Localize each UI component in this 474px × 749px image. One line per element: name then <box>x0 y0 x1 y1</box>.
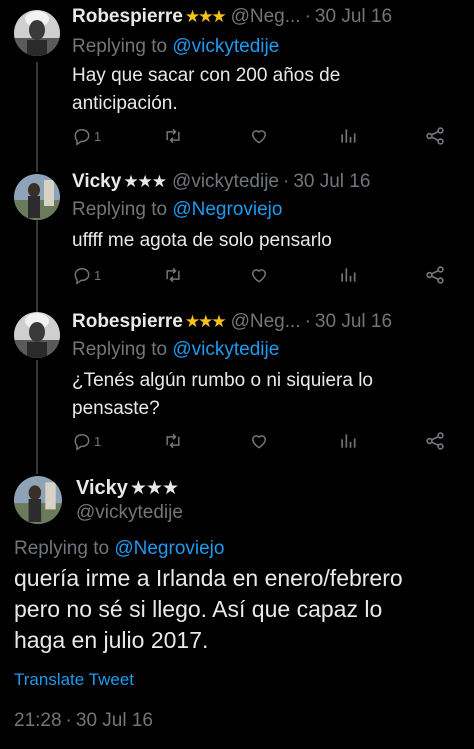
views-icon <box>341 434 356 448</box>
translate-tweet-link[interactable]: Translate Tweet <box>14 668 134 692</box>
separator-dot: · <box>65 710 72 731</box>
tweet-text-line: quería irme a Irlanda en enero/febrero <box>14 565 403 591</box>
like-icon <box>251 269 267 283</box>
retweet-button[interactable] <box>162 263 184 287</box>
retweet-icon <box>166 128 180 144</box>
avatar-robespierre[interactable] <box>14 312 60 358</box>
thread-line <box>36 220 38 312</box>
replying-to-label: Replying to <box>72 199 168 220</box>
replying-to: Replying to @vickytedije <box>72 337 279 363</box>
tweet-time[interactable]: 30 Jul 16 <box>293 171 370 192</box>
star-badge: ★★★ <box>184 312 227 331</box>
tweet-header: Vicky ★★★ @vickytedije · 30 Jul 16 <box>72 169 370 195</box>
reply-count: 1 <box>94 267 102 283</box>
action-bar: 1 <box>72 124 457 148</box>
display-name[interactable]: Vicky <box>72 171 121 192</box>
replying-to-label: Replying to <box>14 538 110 559</box>
like-button[interactable] <box>248 124 270 148</box>
reply-count: 1 <box>94 433 102 449</box>
mention-link[interactable]: @vickytedije <box>172 36 279 57</box>
star-badge: ★★★ <box>123 172 167 191</box>
avatar-robespierre[interactable] <box>14 10 60 56</box>
views-icon <box>341 268 356 282</box>
action-bar: 1 <box>72 263 457 287</box>
display-name[interactable]: Robespierre <box>72 311 183 332</box>
timestamp-time: 21:28 <box>14 710 62 731</box>
share-icon <box>426 266 444 284</box>
mention-link[interactable]: @Negroviejo <box>114 538 224 559</box>
mention-link[interactable]: @Negroviejo <box>172 199 282 220</box>
share-button[interactable] <box>424 124 446 148</box>
tweet-timestamp[interactable]: 21:28 · 30 Jul 16 <box>14 708 153 734</box>
tweet-time[interactable]: 30 Jul 16 <box>315 311 392 332</box>
separator-dot: · <box>304 311 311 332</box>
tweet-text-line: ¿Tenés algún rumbo o ni siquiera lo <box>72 370 374 391</box>
thread-line <box>36 62 38 172</box>
mention-link[interactable]: @vickytedije <box>172 339 279 360</box>
share-icon <box>426 127 444 145</box>
action-bar: 1 <box>72 429 457 453</box>
tweet-time[interactable]: 30 Jul 16 <box>315 6 392 27</box>
reply-button[interactable]: 1 <box>72 124 101 148</box>
star-badge: ★★★ <box>129 478 179 499</box>
tweet-text-line: pero no sé si llego. Así que capaz lo <box>14 596 383 622</box>
reply-count: 1 <box>94 128 102 144</box>
retweet-button[interactable] <box>162 124 184 148</box>
share-button[interactable] <box>424 429 446 453</box>
tweet-text: Hay que sacar con 200 años de anticipaci… <box>72 62 452 118</box>
tweet-text-line: anticipación. <box>72 93 178 114</box>
replying-to-label: Replying to <box>72 36 168 57</box>
user-handle[interactable]: @Neg... <box>231 6 301 27</box>
main-tweet-header: Vicky ★★★ <box>76 474 179 503</box>
replying-to: Replying to @vickytedije <box>72 34 279 60</box>
thread-line <box>36 360 38 474</box>
views-icon <box>341 129 356 143</box>
tweet-header: Robespierre ★★★ @Neg... · 30 Jul 16 <box>72 4 392 30</box>
reply-icon <box>74 433 90 451</box>
user-handle[interactable]: @vickytedije <box>76 500 183 526</box>
replying-to: Replying to @Negroviejo <box>14 536 224 562</box>
views-button[interactable] <box>338 263 358 287</box>
tweet-text: ¿Tenés algún rumbo o ni siquiera lo pens… <box>72 367 452 423</box>
reply-button[interactable]: 1 <box>72 263 101 287</box>
reply-button[interactable]: 1 <box>72 429 101 453</box>
retweet-button[interactable] <box>162 429 184 453</box>
tweet-header: Robespierre ★★★ @Neg... · 30 Jul 16 <box>72 309 392 335</box>
reply-icon <box>74 128 90 146</box>
tweet-text: uffff me agota de solo pensarlo <box>72 227 452 255</box>
like-icon <box>251 435 267 449</box>
main-tweet-text: quería irme a Irlanda en enero/febrero p… <box>14 563 464 656</box>
user-handle[interactable]: @vickytedije <box>172 171 279 192</box>
replying-to: Replying to @Negroviejo <box>72 197 282 223</box>
like-icon <box>251 130 267 144</box>
display-name[interactable]: Robespierre <box>72 6 183 27</box>
like-button[interactable] <box>248 429 270 453</box>
share-button[interactable] <box>424 263 446 287</box>
retweet-icon <box>166 267 180 283</box>
views-button[interactable] <box>338 429 358 453</box>
retweet-icon <box>166 433 180 449</box>
separator-dot: · <box>282 171 290 192</box>
avatar-vicky[interactable] <box>14 174 60 220</box>
separator-dot: · <box>304 6 311 27</box>
tweet-text-line: pensaste? <box>72 398 160 419</box>
timestamp-date: 30 Jul 16 <box>75 710 153 731</box>
display-name[interactable]: Vicky <box>76 477 128 499</box>
replying-to-label: Replying to <box>72 339 168 360</box>
reply-icon <box>74 267 90 285</box>
tweet-text-line: Hay que sacar con 200 años de <box>72 65 341 86</box>
tweet-text-line: haga en julio 2017. <box>14 627 209 653</box>
share-icon <box>426 432 444 450</box>
user-handle[interactable]: @Neg... <box>231 311 301 332</box>
star-badge: ★★★ <box>184 7 227 26</box>
like-button[interactable] <box>248 263 270 287</box>
tweet-text-line: uffff me agota de solo pensarlo <box>72 230 332 251</box>
views-button[interactable] <box>338 124 358 148</box>
avatar-vicky[interactable] <box>14 476 62 524</box>
